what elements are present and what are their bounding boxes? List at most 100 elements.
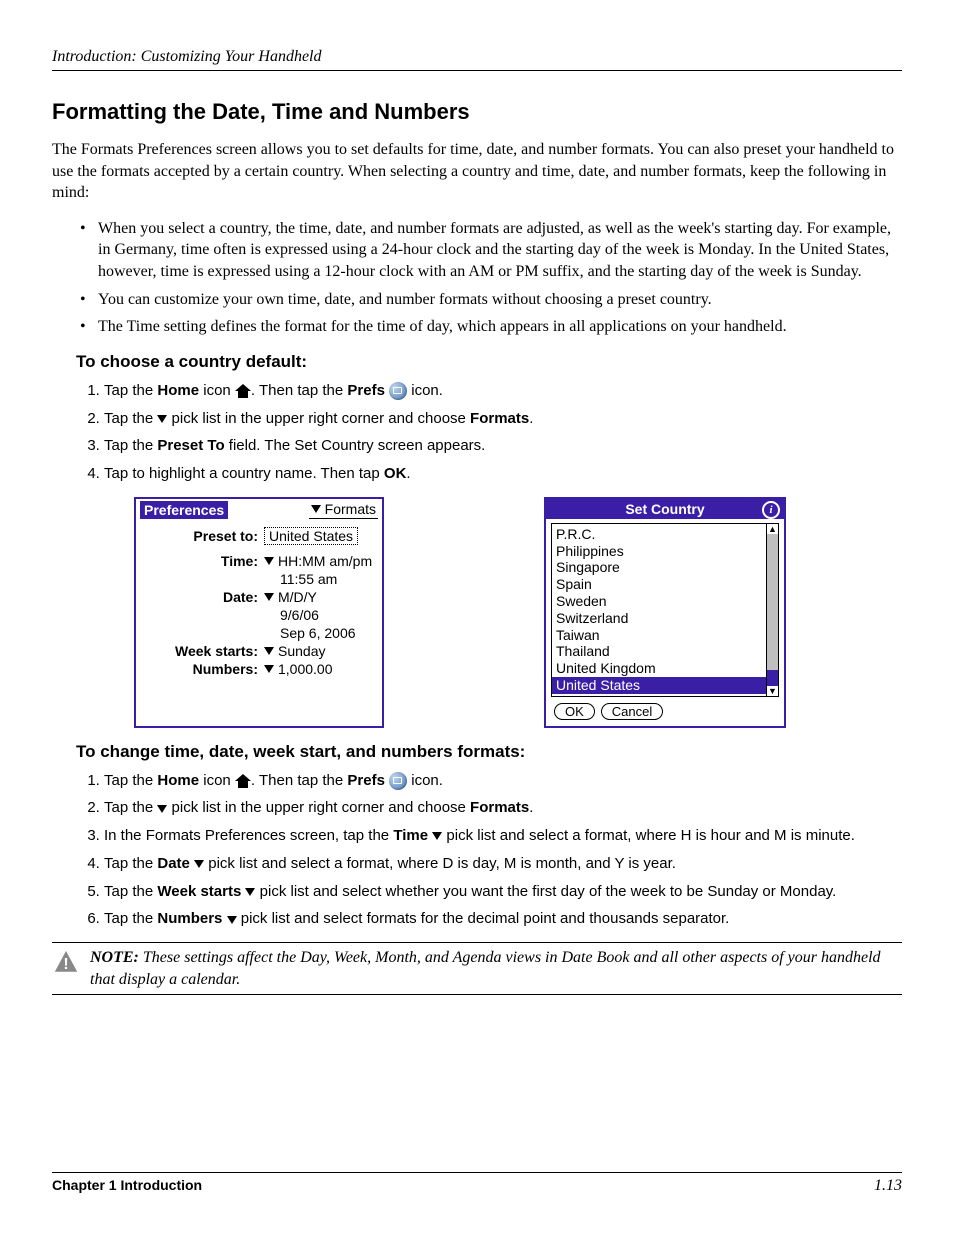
intro-paragraph: The Formats Preferences screen allows yo…	[52, 139, 902, 204]
step: Tap the Home icon . Then tap the Prefs i…	[104, 770, 902, 792]
prefs-category-picker[interactable]: Formats	[309, 501, 378, 519]
bullet-item: You can customize your own time, date, a…	[98, 289, 902, 311]
time-sample: 11:55 am	[280, 571, 337, 587]
preferences-screenshot: Preferences Formats Preset to: United St…	[134, 497, 384, 728]
bullet-item: When you select a country, the time, dat…	[98, 218, 902, 283]
bold: Time	[393, 827, 428, 844]
bold: Week starts	[157, 883, 241, 900]
home-icon	[235, 384, 251, 398]
text: Tap the	[104, 410, 157, 427]
info-icon[interactable]: i	[762, 501, 780, 519]
note-body: These settings affect the Day, Week, Mon…	[90, 949, 881, 988]
bold: Home	[157, 382, 199, 399]
text: In the Formats Preferences screen, tap t…	[104, 827, 393, 844]
warning-icon: !	[52, 947, 80, 975]
prefs-icon	[389, 382, 407, 400]
set-country-screenshot: Set Country i P.R.C. Philippines Singapo…	[544, 497, 786, 728]
scroll-thumb[interactable]	[767, 670, 778, 686]
bold: Formats	[470, 410, 529, 427]
bold: Formats	[470, 799, 529, 816]
procedure-steps: Tap the Home icon . Then tap the Prefs i…	[52, 770, 902, 931]
text: Tap to highlight a country name. Then ta…	[104, 465, 384, 482]
date-picker[interactable]: M/D/Y	[264, 589, 374, 605]
text: .	[406, 465, 410, 482]
dropdown-icon	[264, 593, 274, 601]
text: pick list in the upper right corner and …	[167, 799, 470, 816]
section-title: Formatting the Date, Time and Numbers	[52, 99, 902, 125]
date-label: Date:	[144, 589, 258, 605]
time-picker[interactable]: HH:MM am/pm	[264, 553, 374, 569]
scroll-up-icon[interactable]: ▲	[767, 524, 778, 534]
step: Tap to highlight a country name. Then ta…	[104, 463, 902, 485]
list-item[interactable]: Spain	[556, 576, 762, 593]
text: Tap the	[104, 799, 157, 816]
dropdown-icon	[311, 505, 321, 513]
svg-text:!: !	[63, 956, 68, 973]
list-item-selected[interactable]: United States	[552, 677, 766, 694]
note-label: NOTE:	[90, 949, 139, 966]
page-number: 1.13	[874, 1177, 902, 1195]
dropdown-icon	[245, 888, 255, 896]
page-footer: Chapter 1 Introduction 1.13	[52, 1172, 902, 1195]
list-item[interactable]: Switzerland	[556, 610, 762, 627]
text: Tap the	[104, 910, 157, 927]
prefs-category-value: Formats	[325, 501, 376, 517]
time-format: HH:MM am/pm	[278, 553, 372, 569]
text: pick list and select a format, where D i…	[204, 855, 676, 872]
numbers-picker[interactable]: 1,000.00	[264, 661, 374, 677]
bold: Numbers	[157, 910, 222, 927]
ok-button[interactable]: OK	[554, 703, 595, 720]
cancel-button[interactable]: Cancel	[601, 703, 663, 720]
bold: Date	[157, 855, 190, 872]
dropdown-icon	[227, 916, 237, 924]
step: Tap the pick list in the upper right cor…	[104, 408, 902, 430]
numbers-label: Numbers:	[144, 661, 258, 677]
list-item[interactable]: Sweden	[556, 593, 762, 610]
week-value: Sunday	[278, 643, 325, 659]
list-item[interactable]: Taiwan	[556, 627, 762, 644]
step: Tap the Preset To field. The Set Country…	[104, 435, 902, 457]
chapter-label: Chapter 1 Introduction	[52, 1177, 202, 1193]
text: pick list in the upper right corner and …	[167, 410, 470, 427]
preset-field[interactable]: United States	[264, 527, 358, 545]
list-item[interactable]: United Kingdom	[556, 660, 762, 677]
country-list[interactable]: P.R.C. Philippines Singapore Spain Swede…	[552, 524, 766, 696]
home-icon	[235, 774, 251, 788]
dropdown-icon	[194, 860, 204, 868]
text: icon	[199, 772, 235, 789]
bold: Preset To	[157, 437, 224, 454]
procedure-steps: Tap the Home icon . Then tap the Prefs i…	[52, 380, 902, 485]
text: pick list and select whether you want th…	[255, 883, 836, 900]
step: Tap the Numbers pick list and select for…	[104, 908, 902, 930]
time-label: Time:	[144, 553, 258, 569]
list-item[interactable]: Thailand	[556, 643, 762, 660]
text: Tap the	[104, 883, 157, 900]
step: In the Formats Preferences screen, tap t…	[104, 825, 902, 847]
text: Tap the	[104, 772, 157, 789]
procedure-heading: To change time, date, week start, and nu…	[76, 742, 902, 762]
week-label: Week starts:	[144, 643, 258, 659]
text: Tap the	[104, 437, 157, 454]
scroll-down-icon[interactable]: ▼	[767, 686, 778, 696]
set-country-title: Set Country i	[546, 499, 784, 519]
week-picker[interactable]: Sunday	[264, 643, 374, 659]
text: pick list and select formats for the dec…	[237, 910, 730, 927]
bullet-list: When you select a country, the time, dat…	[52, 218, 902, 338]
scrollbar[interactable]: ▲ ▼	[766, 524, 778, 696]
bold: Prefs	[347, 382, 385, 399]
list-item[interactable]: Philippines	[556, 543, 762, 560]
list-item[interactable]: Singapore	[556, 559, 762, 576]
text: .	[529, 410, 533, 427]
numbers-value: 1,000.00	[278, 661, 333, 677]
text: pick list and select a format, where H i…	[442, 827, 855, 844]
text: field. The Set Country screen appears.	[225, 437, 486, 454]
list-item[interactable]: P.R.C.	[556, 526, 762, 543]
dropdown-icon	[264, 557, 274, 565]
step: Tap the Date pick list and select a form…	[104, 853, 902, 875]
text: icon	[199, 382, 235, 399]
dropdown-icon	[157, 805, 167, 813]
dropdown-icon	[157, 415, 167, 423]
bold: Home	[157, 772, 199, 789]
note-block: ! NOTE: These settings affect the Day, W…	[52, 942, 902, 995]
dropdown-icon	[432, 832, 442, 840]
